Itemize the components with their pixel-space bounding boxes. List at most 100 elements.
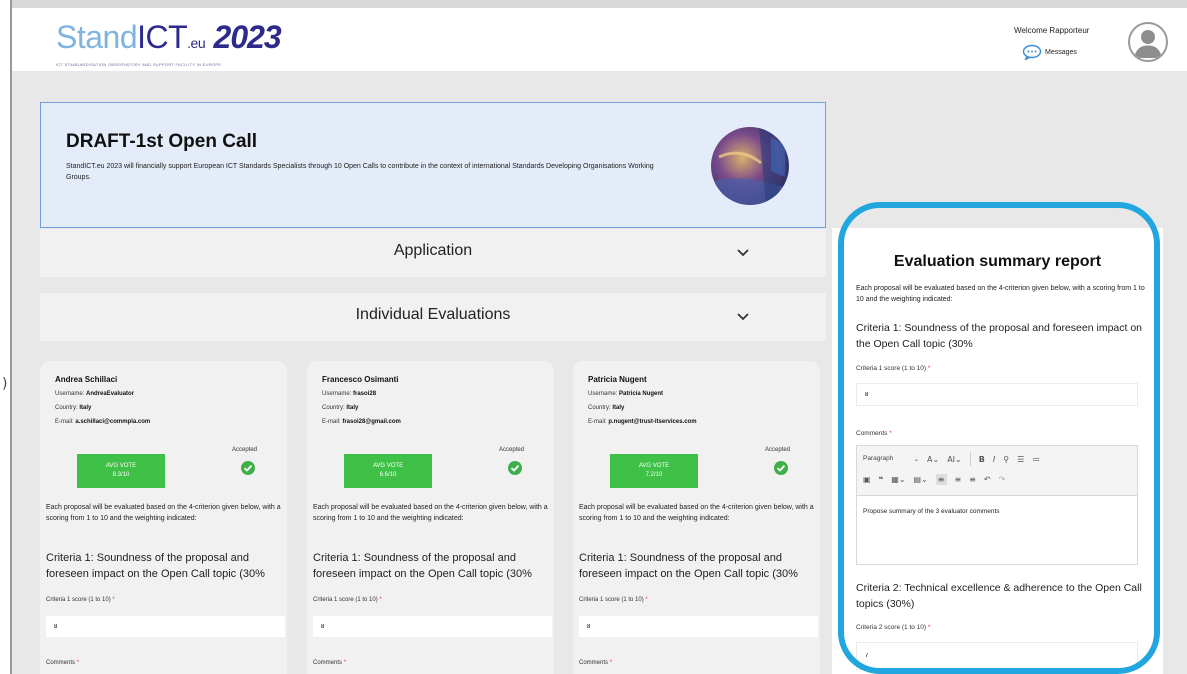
editor-content[interactable]: Propose summary of the 3 evaluator comme… xyxy=(863,508,1000,515)
check-circle-icon xyxy=(774,461,788,475)
evaluation-instructions: Each proposal will be evaluated based on… xyxy=(46,504,281,522)
evaluator-country: Country: Italy xyxy=(588,405,625,411)
evaluator-name: Andrea Schillaci xyxy=(55,375,118,384)
chevron-down-icon: ⌄ xyxy=(913,456,919,463)
messages-label: Messages xyxy=(1045,48,1077,56)
logo-text-stand: Stand xyxy=(56,19,138,55)
page-title: DRAFT-1st Open Call xyxy=(66,131,258,152)
site-header: StandICT.eu 2023 ICT STANDARDISATION OBS… xyxy=(12,8,1187,72)
logo-text-ict: ICT xyxy=(137,19,188,55)
italic-icon[interactable]: I xyxy=(993,455,995,464)
avg-vote-badge: AVG VOTE 6.6/10 xyxy=(344,454,432,488)
evaluator-card: Francesco Osimanti Username: frasoi28 Co… xyxy=(307,361,554,674)
summary-title: Evaluation summary report xyxy=(893,253,1102,270)
bold-icon[interactable]: B xyxy=(979,455,985,464)
comments-label: Comments * xyxy=(579,660,613,666)
undo-icon[interactable]: ↶ xyxy=(984,475,991,484)
align-right-icon[interactable]: ≡ xyxy=(969,475,976,484)
avg-vote-label: AVG VOTE xyxy=(372,463,404,469)
quote-icon[interactable]: ❝ xyxy=(879,475,884,484)
left-edge-mark: ) xyxy=(2,376,8,392)
comments-label: Comments * xyxy=(313,660,347,666)
evaluator-card: Patricia Nugent Username: Patricia Nugen… xyxy=(573,361,820,674)
criteria-1-score-label: Criteria 1 score (1 to 10) * xyxy=(46,597,115,603)
evaluator-country: Country: Italy xyxy=(322,405,359,411)
avg-vote-value: 6.6/10 xyxy=(379,472,397,478)
standict-logo[interactable]: StandICT.eu 2023 ICT STANDARDISATION OBS… xyxy=(56,19,282,68)
criteria-1-score-field[interactable] xyxy=(46,616,285,637)
avg-vote-value: 7.2/10 xyxy=(645,472,663,478)
criteria-1-score-field[interactable] xyxy=(313,616,552,637)
evaluator-name: Patricia Nugent xyxy=(588,375,647,384)
individual-evaluations-title: Individual Evaluations xyxy=(355,306,511,323)
table-icon[interactable]: ▦⌄ xyxy=(891,475,905,484)
chat-bubble-icon xyxy=(1022,44,1042,60)
avg-vote-label: AVG VOTE xyxy=(105,463,137,469)
comments-label: Comments * xyxy=(46,660,80,666)
logo-tagline: ICT STANDARDISATION OBSERVATORY AND SUPP… xyxy=(56,62,222,67)
evaluator-username: Username: frasoi28 xyxy=(322,391,377,397)
criteria-1-score-field[interactable] xyxy=(579,616,818,637)
open-call-banner: DRAFT-1st Open Call StandICT.eu 2023 wil… xyxy=(40,102,826,228)
bulleted-list-icon[interactable]: ☰ xyxy=(1017,455,1024,464)
summary-criteria-2-score-label: Criteria 2 score (1 to 10) * xyxy=(856,624,931,631)
chevron-down-icon xyxy=(737,249,749,257)
text-size-icon[interactable]: AI⌄ xyxy=(947,455,962,464)
comments-rich-text-editor[interactable]: Paragraph ⌄ A⌄ AI⌄ B I ⚲ ☰ ≔ ▣ ❝ ▦⌄ ▤⌄ ≡ … xyxy=(856,445,1138,565)
user-silhouette-icon xyxy=(1134,30,1162,58)
avg-vote-badge: AVG VOTE 7.2/10 xyxy=(610,454,698,488)
align-left-icon[interactable]: ≡ xyxy=(935,474,947,485)
evaluator-country: Country: Italy xyxy=(55,405,92,411)
numbered-list-icon[interactable]: ≔ xyxy=(1032,455,1040,464)
application-accordion[interactable]: Application xyxy=(40,229,826,277)
evaluator-email: E-mail: p.nugent@trust-itservices.com xyxy=(588,419,697,425)
evaluator-card: Andrea Schillaci Username: AndreaEvaluat… xyxy=(40,361,287,674)
summary-instructions: Each proposal will be evaluated based on… xyxy=(856,285,1145,303)
individual-evaluations-accordion[interactable]: Individual Evaluations xyxy=(40,293,826,341)
evaluator-username: Username: AndreaEvaluator xyxy=(55,391,135,397)
user-avatar-icon[interactable] xyxy=(1128,22,1168,62)
avg-vote-label: AVG VOTE xyxy=(638,463,670,469)
summary-criteria-1-score-field[interactable] xyxy=(856,383,1138,406)
image-icon[interactable]: ▣ xyxy=(863,475,871,484)
evaluator-email: E-mail: a.schillaci@commpla.com xyxy=(55,419,151,425)
redo-icon[interactable]: ↷ xyxy=(999,475,1006,484)
link-icon[interactable]: ⚲ xyxy=(1003,455,1009,464)
summary-criteria-2-title: Criteria 2: Technical excellence & adher… xyxy=(856,582,1142,610)
check-circle-icon xyxy=(508,461,522,475)
banner-description: StandICT.eu 2023 will financially suppor… xyxy=(66,163,654,181)
summary-comments-label: Comments * xyxy=(856,430,892,437)
evaluator-name: Francesco Osimanti xyxy=(322,375,399,384)
left-rail: ) xyxy=(0,0,12,674)
check-circle-icon xyxy=(241,461,255,475)
criteria-1-title: Criteria 1: Soundness of the proposal an… xyxy=(46,552,265,580)
status-label: Accepted xyxy=(765,447,791,453)
criteria-1-title: Criteria 1: Soundness of the proposal an… xyxy=(313,552,532,580)
top-strip xyxy=(12,0,1187,8)
summary-criteria-1-score-label: Criteria 1 score (1 to 10) * xyxy=(856,365,931,372)
logo-text-eu: .eu xyxy=(187,35,206,51)
criteria-1-title: Criteria 1: Soundness of the proposal an… xyxy=(579,552,798,580)
logo-text-year: 2023 xyxy=(213,19,282,55)
editor-toolbar: Paragraph ⌄ A⌄ AI⌄ B I ⚲ ☰ ≔ ▣ ❝ ▦⌄ ▤⌄ ≡ … xyxy=(857,446,1137,496)
evaluator-username: Username: Patricia Nugent xyxy=(588,391,664,397)
avg-vote-value: 8.3/10 xyxy=(112,472,130,478)
align-center-icon[interactable]: ≡ xyxy=(955,475,962,484)
evaluation-instructions: Each proposal will be evaluated based on… xyxy=(313,504,548,522)
chevron-down-icon xyxy=(737,313,749,321)
status-label: Accepted xyxy=(232,447,258,453)
messages-link[interactable]: Messages xyxy=(1022,44,1077,60)
evaluation-summary-panel: Evaluation summary report Each proposal … xyxy=(832,228,1163,674)
banner-image xyxy=(711,127,789,205)
application-accordion-title: Application xyxy=(393,242,473,259)
font-size-icon[interactable]: A⌄ xyxy=(927,455,939,464)
criteria-1-score-label: Criteria 1 score (1 to 10) * xyxy=(313,597,382,603)
paragraph-style-select[interactable]: Paragraph ⌄ xyxy=(863,455,919,463)
evaluation-instructions: Each proposal will be evaluated based on… xyxy=(579,504,814,522)
media-icon[interactable]: ▤⌄ xyxy=(914,475,928,484)
avg-vote-badge: AVG VOTE 8.3/10 xyxy=(77,454,165,488)
toolbar-divider xyxy=(969,452,971,466)
summary-criteria-2-score-field[interactable] xyxy=(856,642,1138,670)
evaluator-email: E-mail: frasoi28@gmail.com xyxy=(322,419,401,425)
status-label: Accepted xyxy=(499,447,525,453)
